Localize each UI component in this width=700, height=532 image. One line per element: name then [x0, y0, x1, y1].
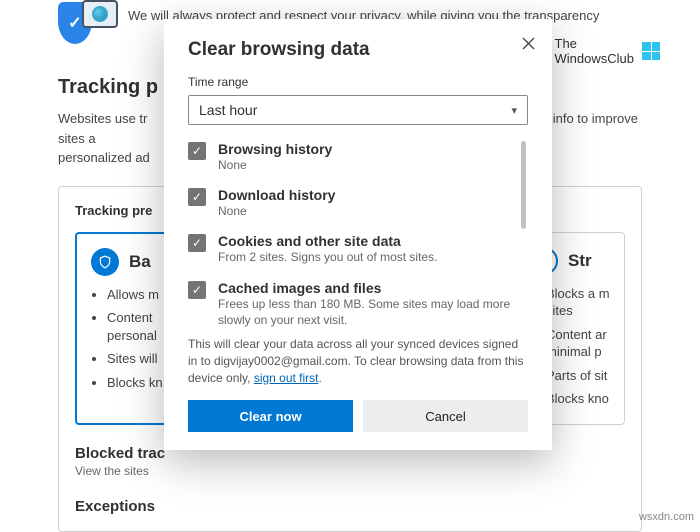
exceptions-row[interactable]: Exceptions: [75, 498, 625, 515]
close-icon: [522, 37, 535, 50]
card-title: Str: [568, 251, 592, 271]
checkbox-checked-icon[interactable]: ✓: [188, 234, 206, 252]
blocked-trackers-sub: View the sites: [75, 464, 625, 478]
option-title: Download history: [218, 187, 514, 203]
card-bullet: Blocks kno: [546, 390, 610, 408]
dialog-title: Clear browsing data: [188, 39, 528, 61]
card-title: Ba: [129, 252, 151, 272]
option-sub: None: [218, 157, 514, 173]
option-sub: Frees up less than 180 MB. Some sites ma…: [218, 296, 514, 328]
brand-windowsclub: The WindowsClub: [555, 36, 660, 66]
shield-circle-icon: [91, 248, 119, 276]
card-bullet: Blocks kn: [107, 374, 169, 392]
option-cached-files[interactable]: ✓ Cached images and files Frees up less …: [188, 280, 514, 328]
monitor-icon: [82, 0, 118, 28]
option-browsing-history[interactable]: ✓ Browsing history None: [188, 141, 514, 173]
option-title: Browsing history: [218, 141, 514, 157]
card-bullet: Sites will: [107, 350, 169, 368]
clear-browsing-data-dialog: Clear browsing data Time range Last hour…: [164, 19, 552, 450]
windows-flag-icon: [642, 42, 660, 60]
time-range-value: Last hour: [199, 102, 257, 118]
data-type-list: ✓ Browsing history None ✓ Download histo…: [188, 141, 528, 328]
option-download-history[interactable]: ✓ Download history None: [188, 187, 514, 219]
checkbox-checked-icon[interactable]: ✓: [188, 142, 206, 160]
checkbox-checked-icon[interactable]: ✓: [188, 281, 206, 299]
option-cookies[interactable]: ✓ Cookies and other site data From 2 sit…: [188, 233, 514, 265]
scrollbar-thumb[interactable]: [521, 141, 526, 229]
time-range-label: Time range: [188, 75, 528, 89]
close-button[interactable]: [514, 29, 542, 57]
clear-now-button[interactable]: Clear now: [188, 400, 353, 432]
cancel-button[interactable]: Cancel: [363, 400, 528, 432]
time-range-select[interactable]: Last hour ▾: [188, 95, 528, 125]
option-title: Cookies and other site data: [218, 233, 514, 249]
brand-label: The WindowsClub: [555, 36, 634, 66]
checkbox-checked-icon[interactable]: ✓: [188, 188, 206, 206]
sync-footnote: This will clear your data across all you…: [188, 336, 528, 386]
card-bullet: Blocks a m sites: [546, 285, 610, 320]
card-bullet: Allows m: [107, 286, 169, 304]
watermark: wsxdn.com: [639, 511, 694, 523]
privacy-illustration: [58, 0, 118, 52]
card-bullet: Parts of sit: [546, 367, 610, 385]
option-sub: From 2 sites. Signs you out of most site…: [218, 249, 514, 265]
card-bullet: Content personal: [107, 309, 169, 344]
exceptions-title: Exceptions: [75, 498, 625, 515]
option-title: Cached images and files: [218, 280, 514, 296]
chevron-down-icon: ▾: [511, 104, 517, 117]
card-bullet: Content ar minimal p: [546, 326, 610, 361]
option-sub: None: [218, 203, 514, 219]
sign-out-link[interactable]: sign out first: [254, 371, 319, 385]
